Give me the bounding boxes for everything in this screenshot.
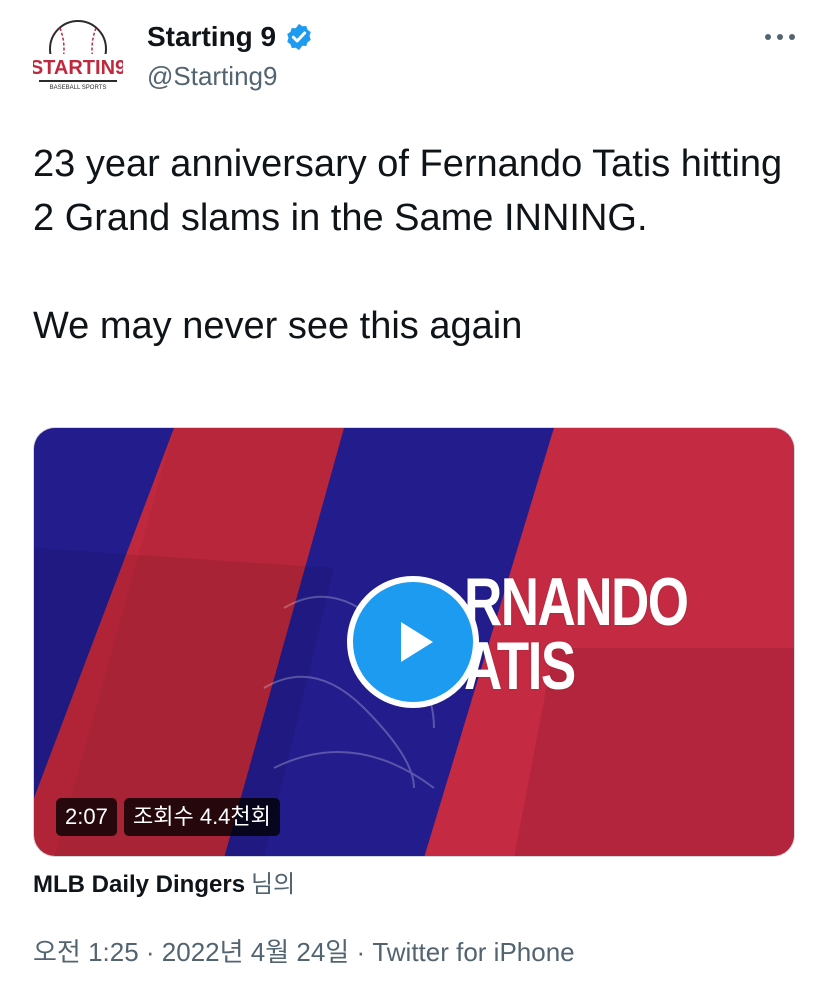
video-title-text: RNANDO ATIS — [464, 564, 689, 704]
video-player[interactable]: RNANDO ATIS 2:07 조회수 4.4천회 — [33, 427, 795, 857]
video-title-line: RNANDO — [464, 564, 689, 640]
display-name-row[interactable]: Starting 9 — [147, 20, 314, 54]
video-attribution: MLB Daily Dingers 님의 — [33, 866, 295, 904]
tweet-meta: 오전 1:25 · 2022년 4월 24일 · Twitter for iPh… — [33, 933, 575, 971]
tweet-time[interactable]: 오전 1:25 — [33, 937, 139, 967]
tweet-text: 23 year anniversary of Fernando Tatis hi… — [33, 137, 803, 353]
logo-subtext: BASEBALL SPORTS — [50, 85, 107, 91]
tweet-source-link[interactable]: Twitter for iPhone — [372, 937, 574, 967]
display-name[interactable]: Starting 9 — [147, 20, 276, 54]
tweet-date[interactable]: 2022년 4월 24일 — [162, 937, 349, 967]
video-duration-badge: 2:07 — [56, 798, 117, 836]
meta-separator: · — [349, 937, 373, 967]
starting9-logo: STARTIN9 BASEBALL SPORTS — [30, 20, 126, 91]
logo-text: STARTIN9 — [33, 57, 123, 79]
play-button[interactable] — [347, 576, 479, 708]
video-title-line: ATIS — [464, 628, 576, 704]
play-icon — [401, 622, 433, 662]
tweet-paragraph: We may never see this again — [33, 305, 523, 347]
verified-badge-icon — [284, 22, 314, 52]
meta-separator: · — [138, 937, 162, 967]
avatar[interactable]: STARTIN9 BASEBALL SPORTS — [30, 16, 126, 96]
user-handle[interactable]: @Starting9 — [147, 59, 277, 93]
tweet-paragraph: 23 year anniversary of Fernando Tatis hi… — [33, 143, 783, 239]
attribution-suffix: 님의 — [251, 871, 296, 898]
view-count-badge: 조회수 4.4천회 — [124, 798, 280, 836]
more-options-icon[interactable] — [760, 22, 800, 52]
attribution-author-link[interactable]: MLB Daily Dingers — [33, 871, 245, 898]
